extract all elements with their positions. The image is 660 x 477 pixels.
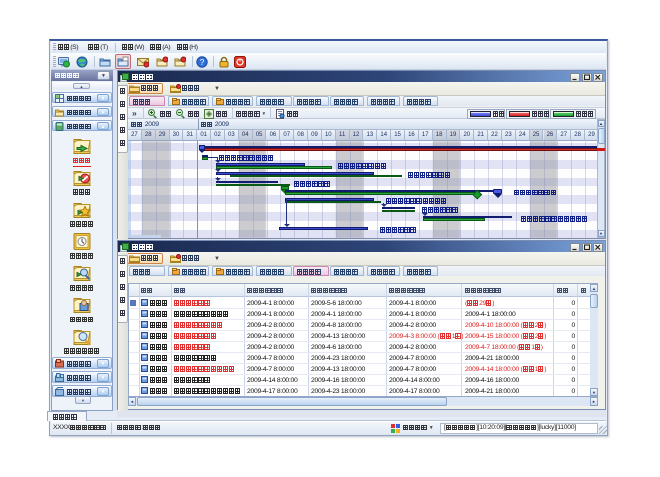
svg-text:?: ? (200, 58, 205, 67)
